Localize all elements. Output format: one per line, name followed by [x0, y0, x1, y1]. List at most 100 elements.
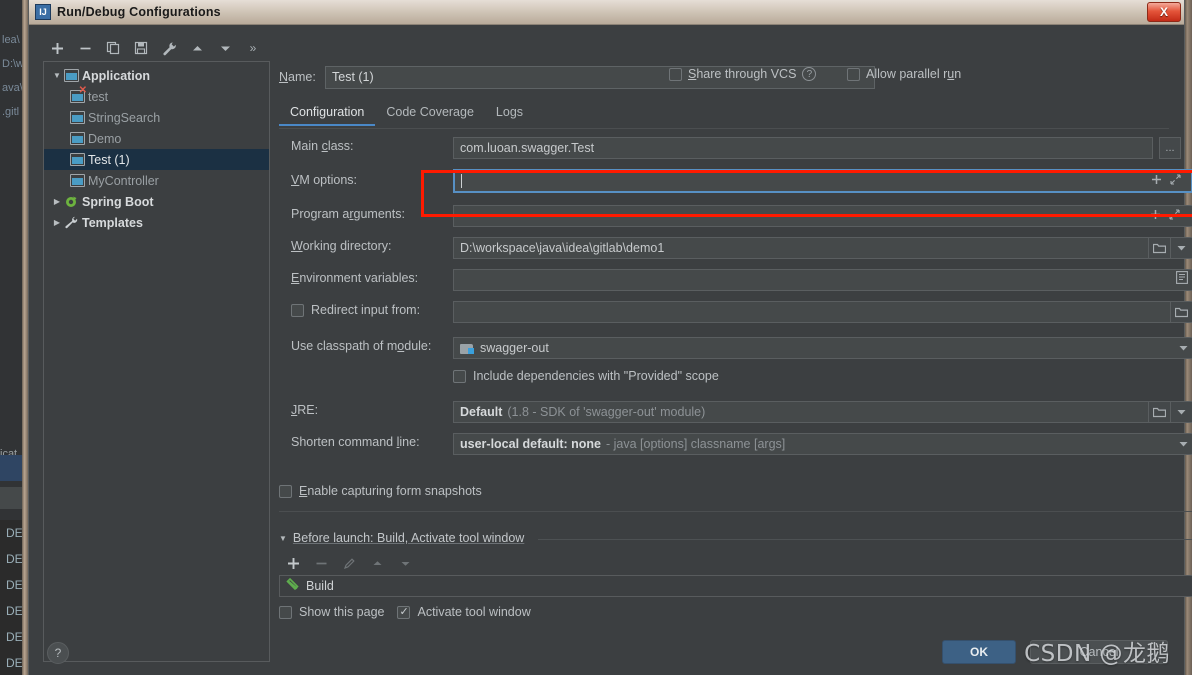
working-directory-input[interactable]: D:\workspace\java\idea\gitlab\demo1	[453, 237, 1149, 259]
move-up-button[interactable]	[183, 36, 211, 60]
remove-configuration-button[interactable]	[71, 36, 99, 60]
more-options-button[interactable]: »	[239, 36, 267, 60]
jre-row: JRE: Default (1.8 - SDK of 'swagger-out'…	[279, 401, 1192, 423]
save-configuration-button[interactable]	[127, 36, 155, 60]
remove-task-button	[307, 551, 335, 575]
redirect-input-field[interactable]	[453, 301, 1171, 323]
cancel-button[interactable]: Cancel	[1030, 640, 1168, 664]
folder-icon[interactable]	[1149, 237, 1171, 259]
redirect-input-row: Redirect input from:	[279, 301, 1192, 323]
before-launch-task-list[interactable]: Build	[279, 575, 1192, 597]
tree-node-application[interactable]: ▼ Application	[44, 65, 269, 86]
help-button[interactable]: ?	[47, 642, 69, 664]
environment-variables-row: Environment variables:	[279, 269, 1192, 291]
list-icon[interactable]	[1176, 270, 1188, 290]
checkbox-box[interactable]	[453, 369, 466, 383]
checkbox-box-checked[interactable]	[397, 605, 411, 619]
tab-configuration[interactable]: Configuration	[279, 101, 376, 126]
activate-tool-window-checkbox[interactable]: Activate tool window	[397, 605, 531, 619]
tree-node-label: MyController	[88, 173, 159, 188]
working-directory-label: Working directory:	[291, 239, 392, 253]
chevron-right-icon[interactable]: ▶	[50, 197, 64, 206]
allow-parallel-run-checkbox[interactable]: Allow parallel run	[847, 67, 961, 81]
before-launch-options: Show this page Activate tool window	[279, 605, 1192, 619]
shorten-command-line-hint: - java [options] classname [args]	[606, 437, 786, 451]
checkbox-box[interactable]	[291, 303, 304, 317]
program-arguments-field-icons	[1150, 206, 1186, 226]
classpath-module-label: Use classpath of module:	[291, 339, 432, 353]
name-label: Name:	[279, 70, 316, 84]
folder-icon[interactable]	[1171, 301, 1192, 323]
close-icon[interactable]: X	[1147, 2, 1181, 22]
jre-value-hint: (1.8 - SDK of 'swagger-out' module)	[507, 405, 706, 419]
main-class-input[interactable]: com.luoan.swagger.Test	[453, 137, 1153, 159]
share-through-vcs-checkbox[interactable]: Share through VCS ?	[669, 67, 817, 81]
chevron-down-icon[interactable]: ▼	[279, 534, 287, 543]
vm-options-field-icons	[1151, 174, 1187, 188]
tree-node-spring-boot[interactable]: ▶ Spring Boot	[44, 191, 269, 212]
tree-node-stringsearch[interactable]: StringSearch	[44, 107, 269, 128]
application-icon	[70, 111, 85, 124]
vm-options-input[interactable]	[453, 169, 1192, 193]
jre-combobox[interactable]: Default (1.8 - SDK of 'swagger-out' modu…	[453, 401, 1149, 423]
insert-macro-icon[interactable]	[1151, 174, 1162, 188]
program-arguments-input[interactable]	[453, 205, 1192, 227]
redirect-input-checkbox[interactable]: Redirect input from:	[291, 303, 420, 317]
checkbox-box[interactable]	[669, 67, 682, 81]
templates-icon	[64, 216, 79, 229]
add-task-button[interactable]	[279, 551, 307, 575]
show-this-page-checkbox[interactable]: Show this page	[279, 605, 384, 619]
tree-node-label: Application	[82, 68, 151, 83]
copy-configuration-button[interactable]	[99, 36, 127, 60]
tree-node-test-1[interactable]: Test (1)	[44, 149, 269, 170]
chevron-down-icon[interactable]	[1171, 237, 1192, 259]
main-class-browse-button[interactable]: ...	[1159, 137, 1181, 159]
dialog-body: » ▼ Application test StringSearch Demo	[29, 25, 1192, 675]
expand-icon[interactable]	[1170, 174, 1181, 188]
include-provided-checkbox[interactable]: Include dependencies with "Provided" sco…	[453, 369, 719, 383]
spring-boot-icon	[64, 195, 79, 208]
intellij-idea-icon: IJ	[35, 4, 51, 20]
configuration-tree-toolbar: »	[43, 35, 269, 61]
checkbox-box[interactable]	[279, 605, 292, 619]
move-down-button[interactable]	[211, 36, 239, 60]
checkbox-box[interactable]	[279, 484, 292, 498]
tab-logs[interactable]: Logs	[485, 101, 534, 126]
application-icon	[70, 174, 85, 187]
folder-icon[interactable]	[1149, 401, 1171, 423]
insert-macro-icon[interactable]	[1150, 206, 1161, 226]
ok-button[interactable]: OK	[942, 640, 1016, 664]
tab-code-coverage[interactable]: Code Coverage	[375, 101, 485, 126]
tree-node-mycontroller[interactable]: MyController	[44, 170, 269, 191]
include-provided-row: Include dependencies with "Provided" sco…	[279, 369, 1192, 391]
text-caret	[461, 174, 462, 188]
form-section-separator	[279, 511, 1192, 512]
enable-snapshots-checkbox[interactable]: Enable capturing form snapshots	[279, 484, 482, 498]
wrench-icon[interactable]	[155, 36, 183, 60]
vm-options-row: VM options:	[279, 169, 1192, 195]
edit-task-button	[335, 551, 363, 575]
shorten-command-line-combobox[interactable]: user-local default: none - java [options…	[453, 433, 1192, 455]
chevron-down-icon[interactable]: ▼	[50, 71, 64, 80]
module-icon	[460, 342, 474, 354]
add-configuration-button[interactable]	[43, 36, 71, 60]
configuration-tree[interactable]: ▼ Application test StringSearch Demo Tes…	[43, 61, 270, 662]
help-icon[interactable]: ?	[802, 67, 817, 81]
classpath-module-combobox[interactable]: swagger-out	[453, 337, 1192, 359]
tree-node-demo[interactable]: Demo	[44, 128, 269, 149]
environment-variables-input[interactable]	[453, 269, 1192, 291]
dialog-titlebar[interactable]: IJ Run/Debug Configurations X	[29, 0, 1184, 25]
tree-node-test[interactable]: test	[44, 86, 269, 107]
application-icon	[70, 132, 85, 145]
chevron-down-icon[interactable]	[1179, 338, 1188, 358]
checkbox-box[interactable]	[847, 67, 860, 81]
shorten-command-line-row: Shorten command line: user-local default…	[279, 433, 1192, 455]
tree-node-templates[interactable]: ▶ Templates	[44, 212, 269, 233]
chevron-down-icon[interactable]	[1171, 401, 1192, 423]
expand-icon[interactable]	[1169, 206, 1180, 226]
chevron-right-icon[interactable]: ▶	[50, 218, 64, 227]
before-launch-header[interactable]: ▼ Before launch: Build, Activate tool wi…	[279, 529, 1192, 547]
jre-value: Default	[460, 405, 503, 419]
application-icon-error	[70, 86, 87, 103]
chevron-down-icon[interactable]	[1179, 434, 1188, 454]
